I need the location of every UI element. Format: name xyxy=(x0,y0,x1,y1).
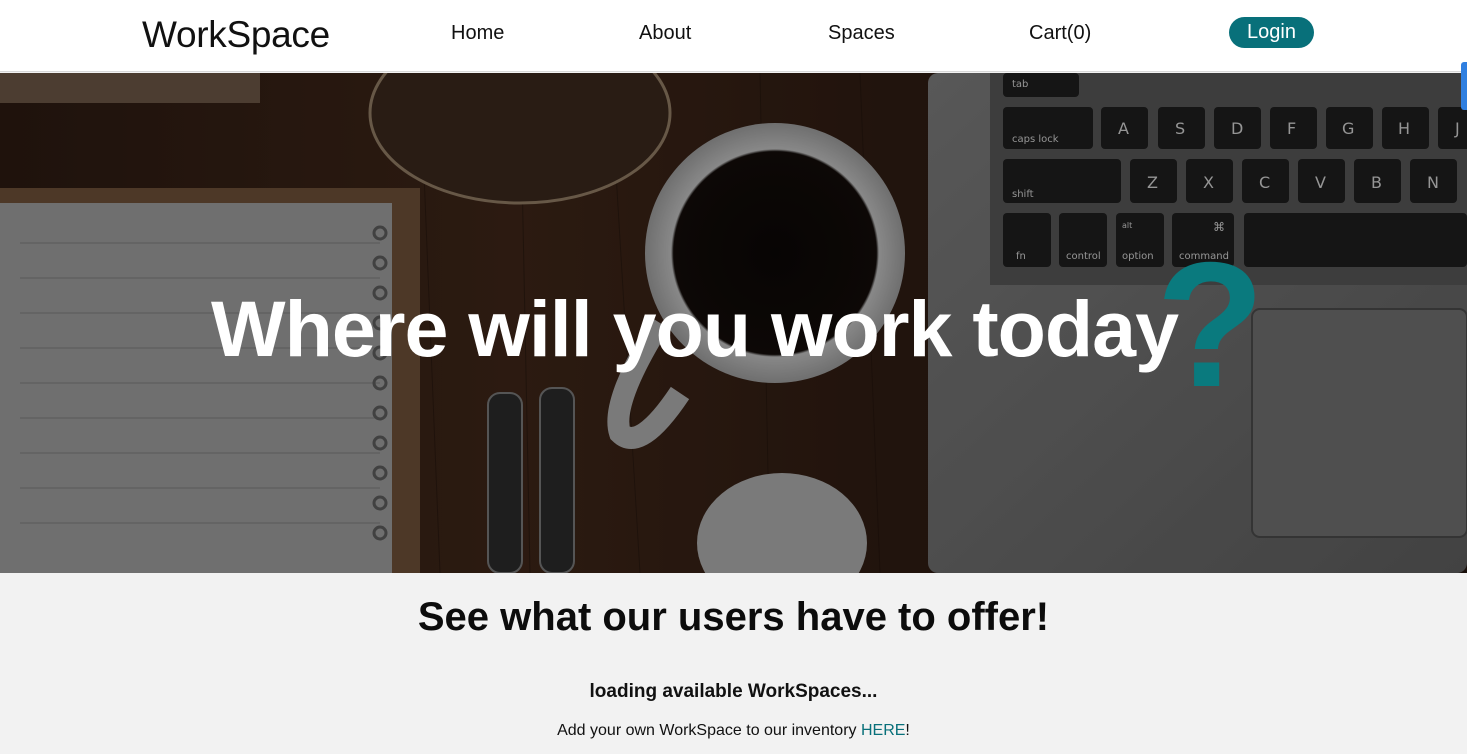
loading-status-text: loading available WorkSpaces... xyxy=(589,681,878,702)
question-mark-accent: ? xyxy=(1156,225,1265,424)
offerings-section: See what our users have to offer! loadin… xyxy=(0,573,1467,754)
side-scroll-handle[interactable] xyxy=(1461,62,1467,110)
add-workspace-suffix: ! xyxy=(905,722,910,739)
nav-spaces-link[interactable]: Spaces xyxy=(828,22,895,45)
login-button[interactable]: Login xyxy=(1229,17,1314,48)
add-workspace-prefix: Add your own WorkSpace to our inventory xyxy=(557,722,861,739)
add-workspace-prompt: Add your own WorkSpace to our inventory … xyxy=(0,722,1467,740)
offerings-heading: See what our users have to offer! xyxy=(417,595,1050,639)
brand-logo-link[interactable]: WorkSpace xyxy=(142,14,330,56)
nav-cart-link[interactable]: Cart(0) xyxy=(1029,22,1091,45)
hero-title: Where will you work today xyxy=(211,284,1179,373)
nav-about-link[interactable]: About xyxy=(639,22,691,45)
nav-home-link[interactable]: Home xyxy=(451,22,504,45)
add-workspace-link[interactable]: HERE xyxy=(861,722,905,739)
top-navbar: WorkSpace Home About Spaces Cart(0) Logi… xyxy=(0,0,1467,72)
hero-banner: tab caps lock A S D F G H J shift Z X C … xyxy=(0,73,1467,573)
